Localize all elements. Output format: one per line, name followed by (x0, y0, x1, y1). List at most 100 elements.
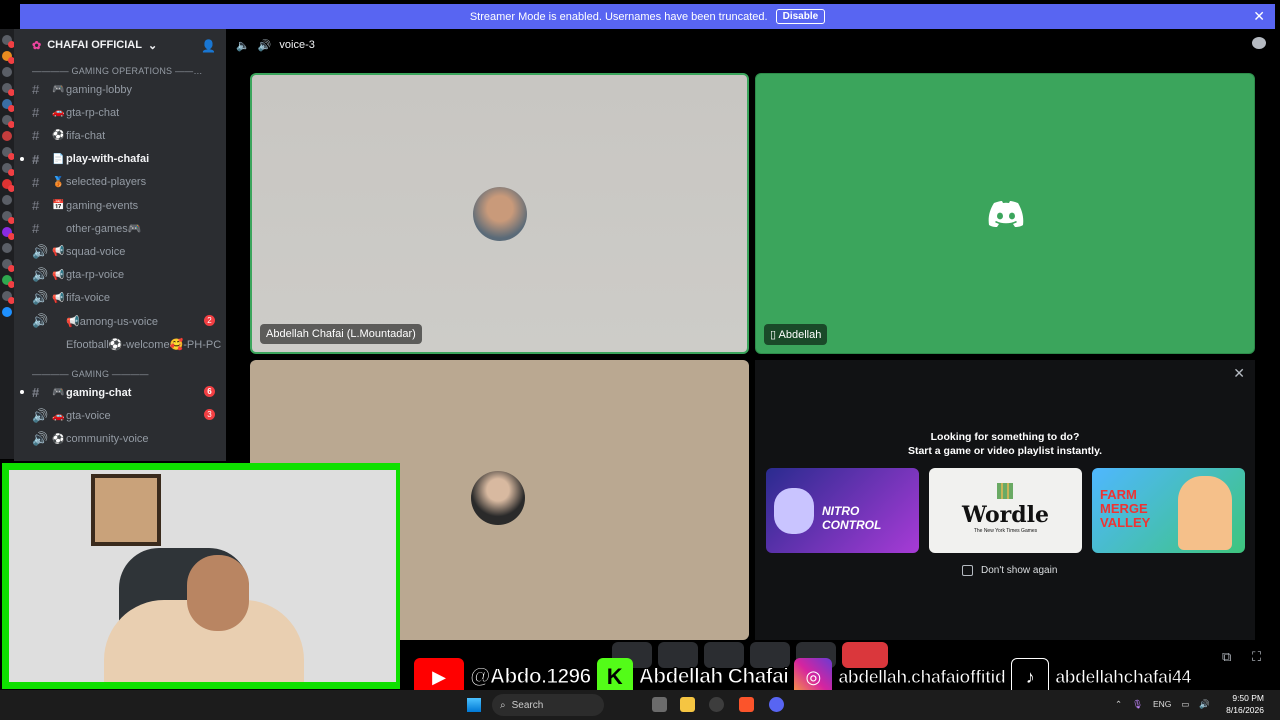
text-channel-icon: # (32, 198, 40, 214)
activity-card-nitro-control[interactable]: NITRO CONTROL (766, 468, 919, 553)
network-icon[interactable]: ▭ (1181, 699, 1189, 710)
dont-show-label: Don't show again (981, 565, 1058, 576)
text-channel-icon: # (32, 105, 40, 121)
activity-card-wordle[interactable]: Wordle The New York Times Games (929, 468, 1082, 553)
video-tile[interactable]: ▯ Abdellah (755, 73, 1255, 354)
channel-item[interactable]: Efootball⚽-welcome🥰-PH-PC (14, 333, 226, 356)
participant-name: Abdellah Chafai (L.Mountadar) (260, 324, 422, 344)
activity-card-farm-merge-valley[interactable]: FARM MERGE VALLEY (1092, 468, 1245, 553)
server-icon[interactable] (2, 211, 15, 224)
time: 9:50 PM (1232, 693, 1264, 703)
task-view-icon[interactable] (652, 697, 667, 712)
video-tile[interactable]: Abdellah Chafai (L.Mountadar) (250, 73, 749, 354)
channel-item[interactable]: # 🎮 gaming-chat 6 (14, 381, 226, 404)
app-icon[interactable] (709, 697, 724, 712)
server-icon[interactable] (2, 35, 15, 48)
file-explorer-icon[interactable] (680, 697, 695, 712)
text-channel-icon: # (32, 174, 40, 190)
server-icon[interactable] (2, 291, 15, 304)
channel-name: gta-rp-chat (66, 106, 120, 119)
channel-emoji-icon: 🚗 (52, 107, 65, 119)
channel-emoji-icon: 🚗 (52, 410, 65, 422)
taskbar: ⌕ Search ⌃ 🎙 ENG ▭ 🔊 9:50 PM 8/16/2026 (0, 690, 1280, 720)
channel-item[interactable]: # 🎮 gaming-lobby (14, 78, 226, 101)
channel-sidebar: ✿ CHAFAI OFFICIAL ⌄ 👤 ———— GAMING OPERAT… (14, 29, 226, 461)
server-icon[interactable] (2, 259, 15, 272)
server-icon[interactable] (2, 227, 15, 240)
channel-item[interactable]: 🔊 ⚽ community-voice (14, 428, 226, 451)
start-icon[interactable] (467, 698, 481, 712)
channel-emoji-icon: ⚽ (52, 130, 65, 142)
search-icon: ⌕ (500, 699, 506, 711)
category-header[interactable]: ———— GAMING ———— (14, 364, 226, 381)
brave-icon[interactable] (739, 697, 754, 712)
channel-item[interactable]: 🔊 📢 gta-rp-voice (14, 264, 226, 287)
voice-channel-icon: 🔊 (32, 408, 49, 424)
channel-item[interactable]: # other-games🎮 (14, 217, 226, 240)
channel-item[interactable]: 🔊 📢 fifa-voice (14, 287, 226, 310)
close-icon[interactable]: ✕ (1233, 365, 1245, 382)
server-icon[interactable] (2, 131, 12, 141)
fullscreen-icon[interactable]: ⛶ (1252, 649, 1261, 665)
channel-item[interactable]: # 📄 play-with-chafai (14, 148, 226, 171)
server-header[interactable]: ✿ CHAFAI OFFICIAL ⌄ 👤 (14, 29, 226, 61)
discord-taskbar-icon[interactable] (769, 697, 784, 712)
wordle-grid-icon (997, 483, 1013, 499)
mic-tray-icon[interactable]: 🎙 (1132, 699, 1143, 710)
server-icon[interactable] (2, 115, 15, 128)
dont-show-again[interactable]: Don't show again (962, 565, 1057, 576)
channel-name: play-with-chafai (66, 153, 150, 166)
volume-icon[interactable]: 🔊 (1199, 699, 1210, 710)
server-icon[interactable] (2, 179, 15, 192)
channel-item[interactable]: 🔊 🚗 gta-voice 3 (14, 404, 226, 427)
channel-emoji-icon: ⚽ (52, 433, 65, 445)
server-icon[interactable] (2, 99, 15, 112)
checkbox[interactable] (962, 565, 973, 576)
instagram-handle: abdellah.chafaioffitid (838, 666, 1006, 687)
unread-indicator (20, 390, 24, 395)
category-header[interactable]: ———— GAMING OPERATIONS ——… (14, 61, 226, 78)
speaker-icon: 🔈 (236, 39, 250, 52)
language-label[interactable]: ENG (1153, 699, 1171, 710)
channel-emoji-icon: 📅 (52, 200, 65, 212)
system-tray: ⌃ 🎙 ENG ▭ 🔊 (1115, 699, 1210, 710)
channel-name: fifa-chat (66, 129, 106, 142)
server-icon[interactable] (2, 195, 12, 205)
server-icon[interactable] (2, 275, 15, 288)
server-icon[interactable] (2, 163, 15, 176)
add-member-icon[interactable]: 👤 (201, 39, 216, 53)
voice-channel-icon: 🔊 (32, 267, 49, 283)
channel-item[interactable]: # 🥉 selected-players (14, 171, 226, 194)
card-subtitle: The New York Times Games (973, 528, 1038, 534)
disable-button[interactable]: Disable (775, 9, 826, 24)
popout-icon[interactable]: ⧉ (1222, 649, 1231, 665)
chevron-up-icon[interactable]: ⌃ (1115, 699, 1122, 710)
channel-emoji-icon: 🥉 (52, 176, 65, 188)
search-box[interactable]: ⌕ Search (492, 694, 604, 716)
channel-item[interactable]: 🔊 📢 squad-voice (14, 240, 226, 263)
server-name: CHAFAI OFFICIAL (47, 39, 142, 51)
person-head (187, 555, 249, 631)
unread-indicator (20, 156, 24, 161)
server-icon[interactable] (2, 307, 12, 317)
voice-channel-icon: 🔊 (32, 243, 49, 259)
channel-item[interactable]: # 🚗 gta-rp-chat (14, 101, 226, 124)
channel-title: voice-3 (279, 39, 315, 51)
channel-item[interactable]: # 📅 gaming-events (14, 194, 226, 217)
channel-name: 📢among-us-voice (66, 315, 158, 328)
server-icon[interactable] (2, 243, 12, 253)
card-title: Wordle (962, 502, 1049, 528)
close-banner-icon[interactable]: ✕ (1253, 8, 1265, 25)
channel-name: gaming-events (66, 199, 139, 212)
streamer-mode-banner: Streamer Mode is enabled. Usernames have… (20, 4, 1275, 29)
channel-item[interactable]: # ⚽ fifa-chat (14, 124, 226, 147)
server-icon[interactable] (2, 147, 15, 160)
channel-item[interactable]: 🔊 📢among-us-voice 2 (14, 310, 226, 333)
mention-badge: 2 (204, 314, 215, 326)
server-icon[interactable] (2, 51, 15, 64)
participant-name-text: Abdellah (778, 329, 822, 341)
server-icon[interactable] (2, 67, 12, 77)
chat-icon[interactable] (1252, 37, 1266, 49)
clock[interactable]: 9:50 PM 8/16/2026 (1226, 692, 1264, 716)
server-icon[interactable] (2, 83, 15, 96)
